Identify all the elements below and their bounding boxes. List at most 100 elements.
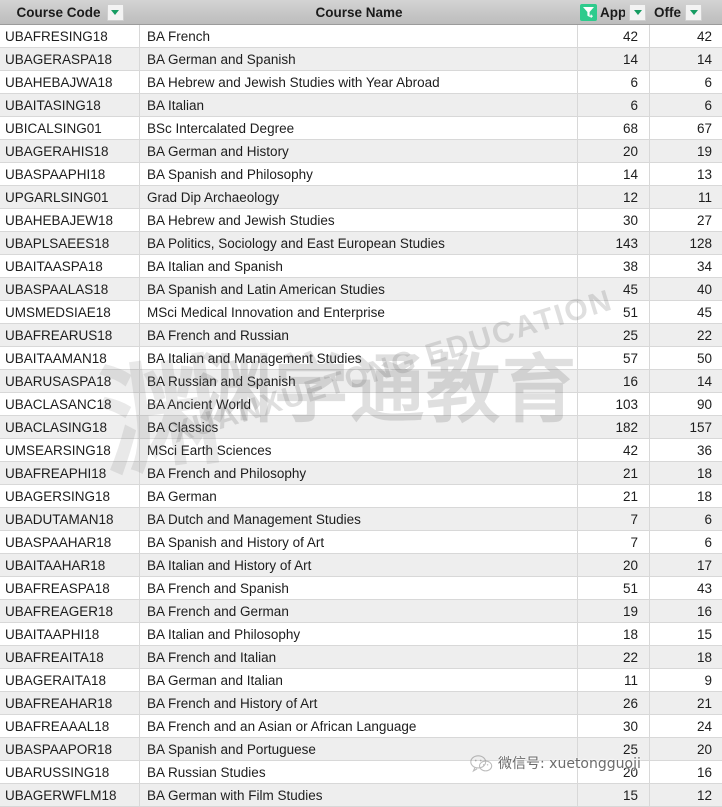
cell-applications[interactable]: 30 bbox=[578, 209, 650, 232]
chevron-down-icon[interactable] bbox=[629, 3, 646, 21]
cell-course_name[interactable]: BA French and Italian bbox=[140, 646, 578, 669]
cell-course_code[interactable]: UBACLASANC18 bbox=[0, 393, 140, 416]
cell-offers[interactable]: 13 bbox=[650, 163, 722, 186]
cell-course_code[interactable]: UBAFREAITA18 bbox=[0, 646, 140, 669]
cell-applications[interactable]: 68 bbox=[578, 117, 650, 140]
table-row[interactable]: UBAFREAHAR18 BA French and History of Art… bbox=[0, 692, 722, 715]
cell-course_name[interactable]: Grad Dip Archaeology bbox=[140, 186, 578, 209]
table-row[interactable]: UBASPAAPOR18 BA Spanish and Portuguese 25 2… bbox=[0, 738, 722, 761]
cell-course_code[interactable]: UBAITAAPHI18 bbox=[0, 623, 140, 646]
cell-offers[interactable]: 16 bbox=[650, 761, 722, 784]
cell-course_code[interactable]: UBAFREAPHI18 bbox=[0, 462, 140, 485]
cell-offers[interactable]: 6 bbox=[650, 531, 722, 554]
cell-applications[interactable]: 7 bbox=[578, 508, 650, 531]
cell-offers[interactable]: 43 bbox=[650, 577, 722, 600]
cell-course_code[interactable]: UBASPAALAS18 bbox=[0, 278, 140, 301]
cell-course_code[interactable]: UMSMEDSIAE18 bbox=[0, 301, 140, 324]
table-row[interactable]: UBAITAAHAR18 BA Italian and History of Ar… bbox=[0, 554, 722, 577]
cell-course_name[interactable]: BA Italian and Spanish bbox=[140, 255, 578, 278]
table-row[interactable]: UBAFREAITA18 BA French and Italian 22 18 bbox=[0, 646, 722, 669]
cell-offers[interactable]: 6 bbox=[650, 508, 722, 531]
cell-offers[interactable]: 50 bbox=[650, 347, 722, 370]
cell-course_code[interactable]: UBICALSING01 bbox=[0, 117, 140, 140]
cell-offers[interactable]: 27 bbox=[650, 209, 722, 232]
cell-offers[interactable]: 34 bbox=[650, 255, 722, 278]
table-row[interactable]: UMSEARSING18 MSci Earth Sciences 42 36 bbox=[0, 439, 722, 462]
cell-applications[interactable]: 11 bbox=[578, 669, 650, 692]
cell-course_code[interactable]: UBACLASING18 bbox=[0, 416, 140, 439]
cell-course_name[interactable]: BA Italian bbox=[140, 94, 578, 117]
table-row[interactable]: UBAFREAPHI18 BA French and Philosophy 21 18 bbox=[0, 462, 722, 485]
cell-applications[interactable]: 143 bbox=[578, 232, 650, 255]
cell-offers[interactable]: 21 bbox=[650, 692, 722, 715]
cell-offers[interactable]: 90 bbox=[650, 393, 722, 416]
cell-applications[interactable]: 6 bbox=[578, 94, 650, 117]
cell-course_name[interactable]: BA Spanish and Portuguese bbox=[140, 738, 578, 761]
cell-applications[interactable]: 25 bbox=[578, 324, 650, 347]
cell-course_name[interactable]: BA French and an Asian or African Langua… bbox=[140, 715, 578, 738]
cell-applications[interactable]: 15 bbox=[578, 784, 650, 807]
cell-offers[interactable]: 11 bbox=[650, 186, 722, 209]
cell-applications[interactable]: 51 bbox=[578, 577, 650, 600]
cell-course_name[interactable]: BA Ancient World bbox=[140, 393, 578, 416]
cell-offers[interactable]: 16 bbox=[650, 600, 722, 623]
cell-course_code[interactable]: UBASPAAHAR18 bbox=[0, 531, 140, 554]
cell-applications[interactable]: 14 bbox=[578, 48, 650, 71]
table-row[interactable]: UBICALSING01 BSc Intercalated Degree 68 67 bbox=[0, 117, 722, 140]
cell-course_code[interactable]: UBAGERAHIS18 bbox=[0, 140, 140, 163]
cell-offers[interactable]: 67 bbox=[650, 117, 722, 140]
chevron-down-icon[interactable] bbox=[685, 3, 702, 21]
cell-offers[interactable]: 6 bbox=[650, 94, 722, 117]
table-row[interactable]: UBAITAAPHI18 BA Italian and Philosophy 18 1… bbox=[0, 623, 722, 646]
cell-course_name[interactable]: MSci Medical Innovation and Enterprise bbox=[140, 301, 578, 324]
table-row[interactable]: UBASPAALAS18 BA Spanish and Latin America… bbox=[0, 278, 722, 301]
cell-course_code[interactable]: UBAFREAAAL18 bbox=[0, 715, 140, 738]
table-row[interactable]: UBAGERAHIS18 BA German and History 20 19 bbox=[0, 140, 722, 163]
cell-course_name[interactable]: BA Hebrew and Jewish Studies bbox=[140, 209, 578, 232]
table-row[interactable]: UBAFREAGER18 BA French and German 19 16 bbox=[0, 600, 722, 623]
column-header-applications[interactable]: Applicatio bbox=[578, 0, 650, 24]
cell-course_name[interactable]: MSci Earth Sciences bbox=[140, 439, 578, 462]
cell-course_code[interactable]: UBAFRESING18 bbox=[0, 25, 140, 48]
cell-offers[interactable]: 15 bbox=[650, 623, 722, 646]
cell-applications[interactable]: 6 bbox=[578, 71, 650, 94]
cell-applications[interactable]: 26 bbox=[578, 692, 650, 715]
cell-course_code[interactable]: UBAITAAMAN18 bbox=[0, 347, 140, 370]
table-row[interactable]: UBAGERWFLM18 BA German with Film Studies 1… bbox=[0, 784, 722, 807]
cell-applications[interactable]: 20 bbox=[578, 761, 650, 784]
table-row[interactable]: UBAFREARUS18 BA French and Russian 25 22 bbox=[0, 324, 722, 347]
cell-applications[interactable]: 21 bbox=[578, 485, 650, 508]
cell-offers[interactable]: 20 bbox=[650, 738, 722, 761]
cell-course_name[interactable]: BSc Intercalated Degree bbox=[140, 117, 578, 140]
cell-offers[interactable]: 14 bbox=[650, 370, 722, 393]
cell-offers[interactable]: 40 bbox=[650, 278, 722, 301]
cell-offers[interactable]: 45 bbox=[650, 301, 722, 324]
cell-course_code[interactable]: UBAGERASPA18 bbox=[0, 48, 140, 71]
cell-course_code[interactable]: UBAPLSAEES18 bbox=[0, 232, 140, 255]
column-header-course-code[interactable]: Course Code bbox=[0, 0, 140, 24]
cell-applications[interactable]: 42 bbox=[578, 439, 650, 462]
cell-course_code[interactable]: UBASPAAPOR18 bbox=[0, 738, 140, 761]
cell-offers[interactable]: 18 bbox=[650, 462, 722, 485]
table-row[interactable]: UBAGERSING18 BA German 21 18 bbox=[0, 485, 722, 508]
table-row[interactable]: UBASPAAPHI18 BA Spanish and Philosophy 14 1… bbox=[0, 163, 722, 186]
cell-course_name[interactable]: BA Italian and Management Studies bbox=[140, 347, 578, 370]
table-row[interactable]: UBAGERASPA18 BA German and Spanish 14 14 bbox=[0, 48, 722, 71]
cell-applications[interactable]: 14 bbox=[578, 163, 650, 186]
cell-course_code[interactable]: UBAFREAHAR18 bbox=[0, 692, 140, 715]
cell-course_name[interactable]: BA Hebrew and Jewish Studies with Year A… bbox=[140, 71, 578, 94]
cell-offers[interactable]: 24 bbox=[650, 715, 722, 738]
cell-course_name[interactable]: BA Russian Studies bbox=[140, 761, 578, 784]
cell-course_name[interactable]: BA French and Spanish bbox=[140, 577, 578, 600]
cell-applications[interactable]: 45 bbox=[578, 278, 650, 301]
cell-course_name[interactable]: BA Spanish and History of Art bbox=[140, 531, 578, 554]
cell-course_name[interactable]: BA Classics bbox=[140, 416, 578, 439]
column-header-course-name[interactable]: Course Name bbox=[140, 0, 578, 24]
cell-course_code[interactable]: UBADUTAMAN18 bbox=[0, 508, 140, 531]
cell-course_name[interactable]: BA French and History of Art bbox=[140, 692, 578, 715]
cell-course_name[interactable]: BA Italian and Philosophy bbox=[140, 623, 578, 646]
cell-offers[interactable]: 36 bbox=[650, 439, 722, 462]
cell-course_name[interactable]: BA French and Philosophy bbox=[140, 462, 578, 485]
cell-course_code[interactable]: UBARUSASPA18 bbox=[0, 370, 140, 393]
table-row[interactable]: UMSMEDSIAE18 MSci Medical Innovation and … bbox=[0, 301, 722, 324]
